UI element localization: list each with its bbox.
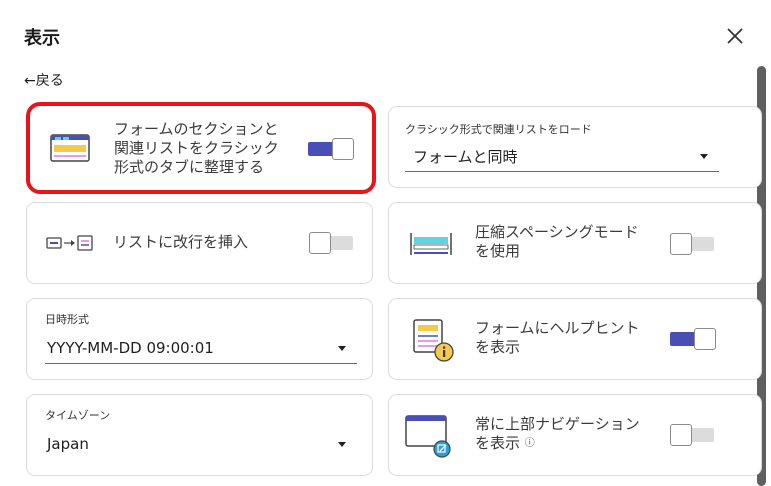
chevron-down-icon[interactable] (700, 154, 708, 159)
compact-spacing-toggle[interactable] (670, 233, 716, 255)
related-list-load-select[interactable]: フォームと同時 (413, 146, 518, 167)
close-icon[interactable] (724, 25, 746, 47)
compact-spacing-icon (410, 233, 452, 255)
display-settings-dialog: 表示 ←戻る フォームのセクションと 関連リストをクラシック 形式のタブに整理す… (0, 0, 771, 486)
setting-card-list-line-break: リストに改行を挿入 (26, 202, 373, 284)
setting-card-timezone: タイムゾーン Japan (26, 394, 373, 476)
list-line-break-toggle[interactable] (309, 232, 355, 254)
info-icon[interactable]: ⓘ (525, 438, 535, 449)
dialog-title: 表示 (24, 28, 60, 49)
timezone-select[interactable]: Japan (47, 435, 89, 453)
setting-card-top-navigation: 常に上部ナビゲーション を表示 ⓘ (388, 394, 762, 476)
timezone-label: タイムゾーン (45, 409, 111, 422)
list-line-break-label: リストに改行を挿入 (113, 233, 249, 251)
select-underline (45, 363, 357, 364)
related-list-load-label: クラシック形式で関連リストをロード (405, 123, 592, 136)
datetime-format-select[interactable]: YYYY-MM-DD 09:00:01 (47, 339, 214, 357)
form-help-hints-toggle[interactable] (670, 328, 716, 350)
setting-card-datetime-format: 日時形式 YYYY-MM-DD 09:00:01 (26, 298, 373, 380)
select-underline (405, 171, 719, 172)
top-navigation-toggle[interactable] (670, 424, 716, 446)
back-link[interactable]: ←戻る (24, 70, 64, 90)
setting-card-form-sections-tabs: フォームのセクションと 関連リストをクラシック 形式のタブに整理する (26, 102, 376, 194)
form-help-hints-label: フォームにヘルプヒント を表示 (475, 319, 640, 356)
top-navigation-icon (405, 415, 451, 458)
form-sections-tabs-toggle[interactable] (308, 138, 354, 160)
setting-card-compact-spacing: 圧縮スペーシングモード を使用 (388, 202, 762, 284)
top-navigation-label: 常に上部ナビゲーション を表示 ⓘ (475, 415, 640, 452)
compact-spacing-label: 圧縮スペーシングモード を使用 (475, 223, 639, 260)
form-sections-tabs-label: フォームのセクションと 関連リストをクラシック 形式のタブに整理する (114, 120, 279, 176)
chevron-down-icon[interactable] (338, 442, 346, 447)
help-hint-icon (413, 319, 454, 362)
form-tabs-icon (50, 134, 90, 162)
datetime-format-label: 日時形式 (45, 313, 89, 326)
list-wrap-icon (46, 235, 93, 251)
setting-card-related-list-load: クラシック形式で関連リストをロード フォームと同時 (388, 106, 762, 188)
setting-card-form-help-hints: フォームにヘルプヒント を表示 (388, 298, 762, 380)
chevron-down-icon[interactable] (338, 346, 346, 351)
